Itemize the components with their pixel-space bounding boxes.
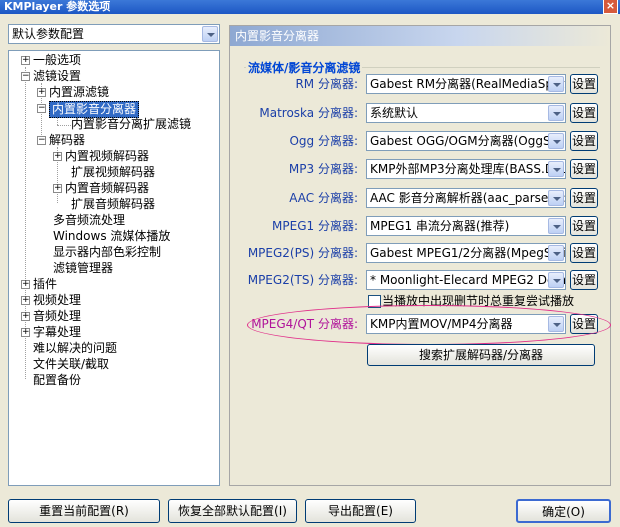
tree-item-label: 插件 <box>33 277 58 291</box>
tree-item-label: 扩展视频解码器 <box>71 165 156 179</box>
tree-item-label: 多音频流处理 <box>53 213 126 227</box>
mpeg2ts-settings-button[interactable]: 设置 <box>570 270 598 290</box>
mpeg1-splitter-label: MPEG1 分离器: <box>272 219 358 233</box>
title-bar: KMPlayer 参数选项 × <box>0 0 620 14</box>
settings-tree[interactable]: + 一般选项 − 滤镜设置 + 内置源滤镜 − 内置影音分离器 内置影音分离扩展… <box>8 50 220 486</box>
tree-item-label: 滤镜设置 <box>33 69 82 83</box>
close-button[interactable]: × <box>603 0 618 14</box>
expand-icon[interactable]: + <box>53 152 62 161</box>
tree-item-label: 视频处理 <box>33 293 82 307</box>
expand-icon[interactable]: + <box>21 56 30 65</box>
expand-icon[interactable]: + <box>21 328 30 337</box>
preset-value: 默认参数配置 <box>12 27 85 41</box>
chevron-down-icon[interactable] <box>548 316 564 332</box>
preset-select[interactable]: 默认参数配置 <box>8 24 220 44</box>
expand-icon[interactable]: + <box>21 312 30 321</box>
ogg-settings-button[interactable]: 设置 <box>570 131 598 151</box>
mpeg2ps-settings-button[interactable]: 设置 <box>570 243 598 263</box>
reset-current-button[interactable]: 重置当前配置(R) <box>8 499 160 523</box>
mpeg4-settings-button[interactable]: 设置 <box>570 314 598 334</box>
tree-item-label: 显示器内部色彩控制 <box>53 245 162 259</box>
tree-item-label: 内置音频解码器 <box>65 181 150 195</box>
expand-icon[interactable]: + <box>53 184 62 193</box>
tree-item-label: 难以解决的问题 <box>33 341 118 355</box>
ogg-splitter-label: Ogg 分离器: <box>289 134 358 148</box>
collapse-icon[interactable]: − <box>37 104 46 113</box>
mpeg2ts-splitter-select[interactable]: * Moonlight-Elecard MPEG2 Demultiple <box>366 270 566 290</box>
tree-item-label: 字幕处理 <box>33 325 82 339</box>
select-value: 系统默认 <box>370 106 419 120</box>
expand-icon[interactable]: + <box>21 280 30 289</box>
mpeg2ps-splitter-select[interactable]: Gabest MPEG1/2分离器(MpegSplitter <box>366 243 566 263</box>
tree-item-label: 内置影音分离扩展滤镜 <box>71 117 192 131</box>
tree-item-label: Windows 流媒体播放 <box>53 229 171 243</box>
tree-item-label: 内置视频解码器 <box>65 149 150 163</box>
tree-item-label: 一般选项 <box>33 53 82 67</box>
restore-defaults-button[interactable]: 恢复全部默认配置(I) <box>168 499 297 523</box>
chevron-down-icon[interactable] <box>202 26 218 42</box>
aac-settings-button[interactable]: 设置 <box>570 188 598 208</box>
matroska-splitter-select[interactable]: 系统默认 <box>366 103 566 123</box>
tree-item-label: 内置影音分离器 <box>49 101 140 118</box>
chevron-down-icon[interactable] <box>548 245 564 261</box>
tree-item-label: 配置备份 <box>33 373 82 387</box>
select-value: MPEG1 串流分离器(推荐) <box>370 219 510 233</box>
collapse-icon[interactable]: − <box>37 136 46 145</box>
ogg-splitter-select[interactable]: Gabest OGG/OGM分离器(OggSplitter <box>366 131 566 151</box>
panel-header: 内置影音分离器 <box>230 26 610 46</box>
aac-splitter-select[interactable]: AAC 影音分离解析器(aac_parser.a: <box>366 188 566 208</box>
tree-guide-line <box>57 125 71 126</box>
window-title: KMPlayer 参数选项 <box>4 0 111 13</box>
tree-item-label: 文件关联/截取 <box>33 357 110 371</box>
chevron-down-icon[interactable] <box>548 161 564 177</box>
ok-button[interactable]: 确定(O) <box>516 499 611 523</box>
tree-item-label: 内置源滤镜 <box>49 85 110 99</box>
chevron-down-icon[interactable] <box>548 76 564 92</box>
tree-item-label: 扩展音频解码器 <box>71 197 156 211</box>
select-value: * Moonlight-Elecard MPEG2 Demultiple <box>370 273 565 287</box>
rm-splitter-select[interactable]: Gabest RM分离器(RealMediaSplitter. <box>366 74 566 94</box>
select-value: AAC 影音分离解析器(aac_parser.a: <box>370 191 566 205</box>
export-config-button[interactable]: 导出配置(E) <box>305 499 416 523</box>
matroska-settings-button[interactable]: 设置 <box>570 103 598 123</box>
mp3-settings-button[interactable]: 设置 <box>570 159 598 179</box>
chevron-down-icon[interactable] <box>548 190 564 206</box>
retry-playback-label: 当播放中出现删节时总重复尝试播放 <box>382 294 575 308</box>
mp3-splitter-select[interactable]: KMP外部MP3分离处理库(BASS.DLL) <box>366 159 566 179</box>
search-extension-button[interactable]: 搜索扩展解码器/分离器 <box>367 344 595 366</box>
mp3-splitter-label: MP3 分离器: <box>288 162 358 176</box>
matroska-splitter-label: Matroska 分离器: <box>259 106 358 120</box>
mpeg2ts-splitter-label: MPEG2(TS) 分离器: <box>247 273 358 287</box>
mpeg1-settings-button[interactable]: 设置 <box>570 216 598 236</box>
mpeg4-splitter-select[interactable]: KMP内置MOV/MP4分离器 <box>366 314 566 334</box>
chevron-down-icon[interactable] <box>548 272 564 288</box>
expand-icon[interactable]: + <box>37 88 46 97</box>
select-value: KMP外部MP3分离处理库(BASS.DLL) <box>370 162 566 176</box>
select-value: KMP内置MOV/MP4分离器 <box>370 317 513 331</box>
chevron-down-icon[interactable] <box>548 218 564 234</box>
select-value: Gabest OGG/OGM分离器(OggSplitter <box>370 134 566 148</box>
select-value: Gabest MPEG1/2分离器(MpegSplitter <box>370 246 566 260</box>
mpeg2ps-splitter-label: MPEG2(PS) 分离器: <box>247 246 358 260</box>
expand-icon[interactable]: + <box>21 296 30 305</box>
tree-item-label: 音频处理 <box>33 309 82 323</box>
mpeg1-splitter-select[interactable]: MPEG1 串流分离器(推荐) <box>366 216 566 236</box>
retry-playback-checkbox[interactable] <box>368 295 381 308</box>
tree-item-label: 解码器 <box>49 133 86 147</box>
aac-splitter-label: AAC 分离器: <box>289 191 358 205</box>
collapse-icon[interactable]: − <box>21 72 30 81</box>
mpeg4-splitter-label: MPEG4/QT 分离器: <box>251 317 358 331</box>
tree-item-label: 滤镜管理器 <box>53 261 114 275</box>
chevron-down-icon[interactable] <box>548 133 564 149</box>
chevron-down-icon[interactable] <box>548 105 564 121</box>
select-value: Gabest RM分离器(RealMediaSplitter. <box>370 77 566 91</box>
rm-settings-button[interactable]: 设置 <box>570 74 598 94</box>
rm-splitter-label: RM 分离器: <box>295 77 358 91</box>
